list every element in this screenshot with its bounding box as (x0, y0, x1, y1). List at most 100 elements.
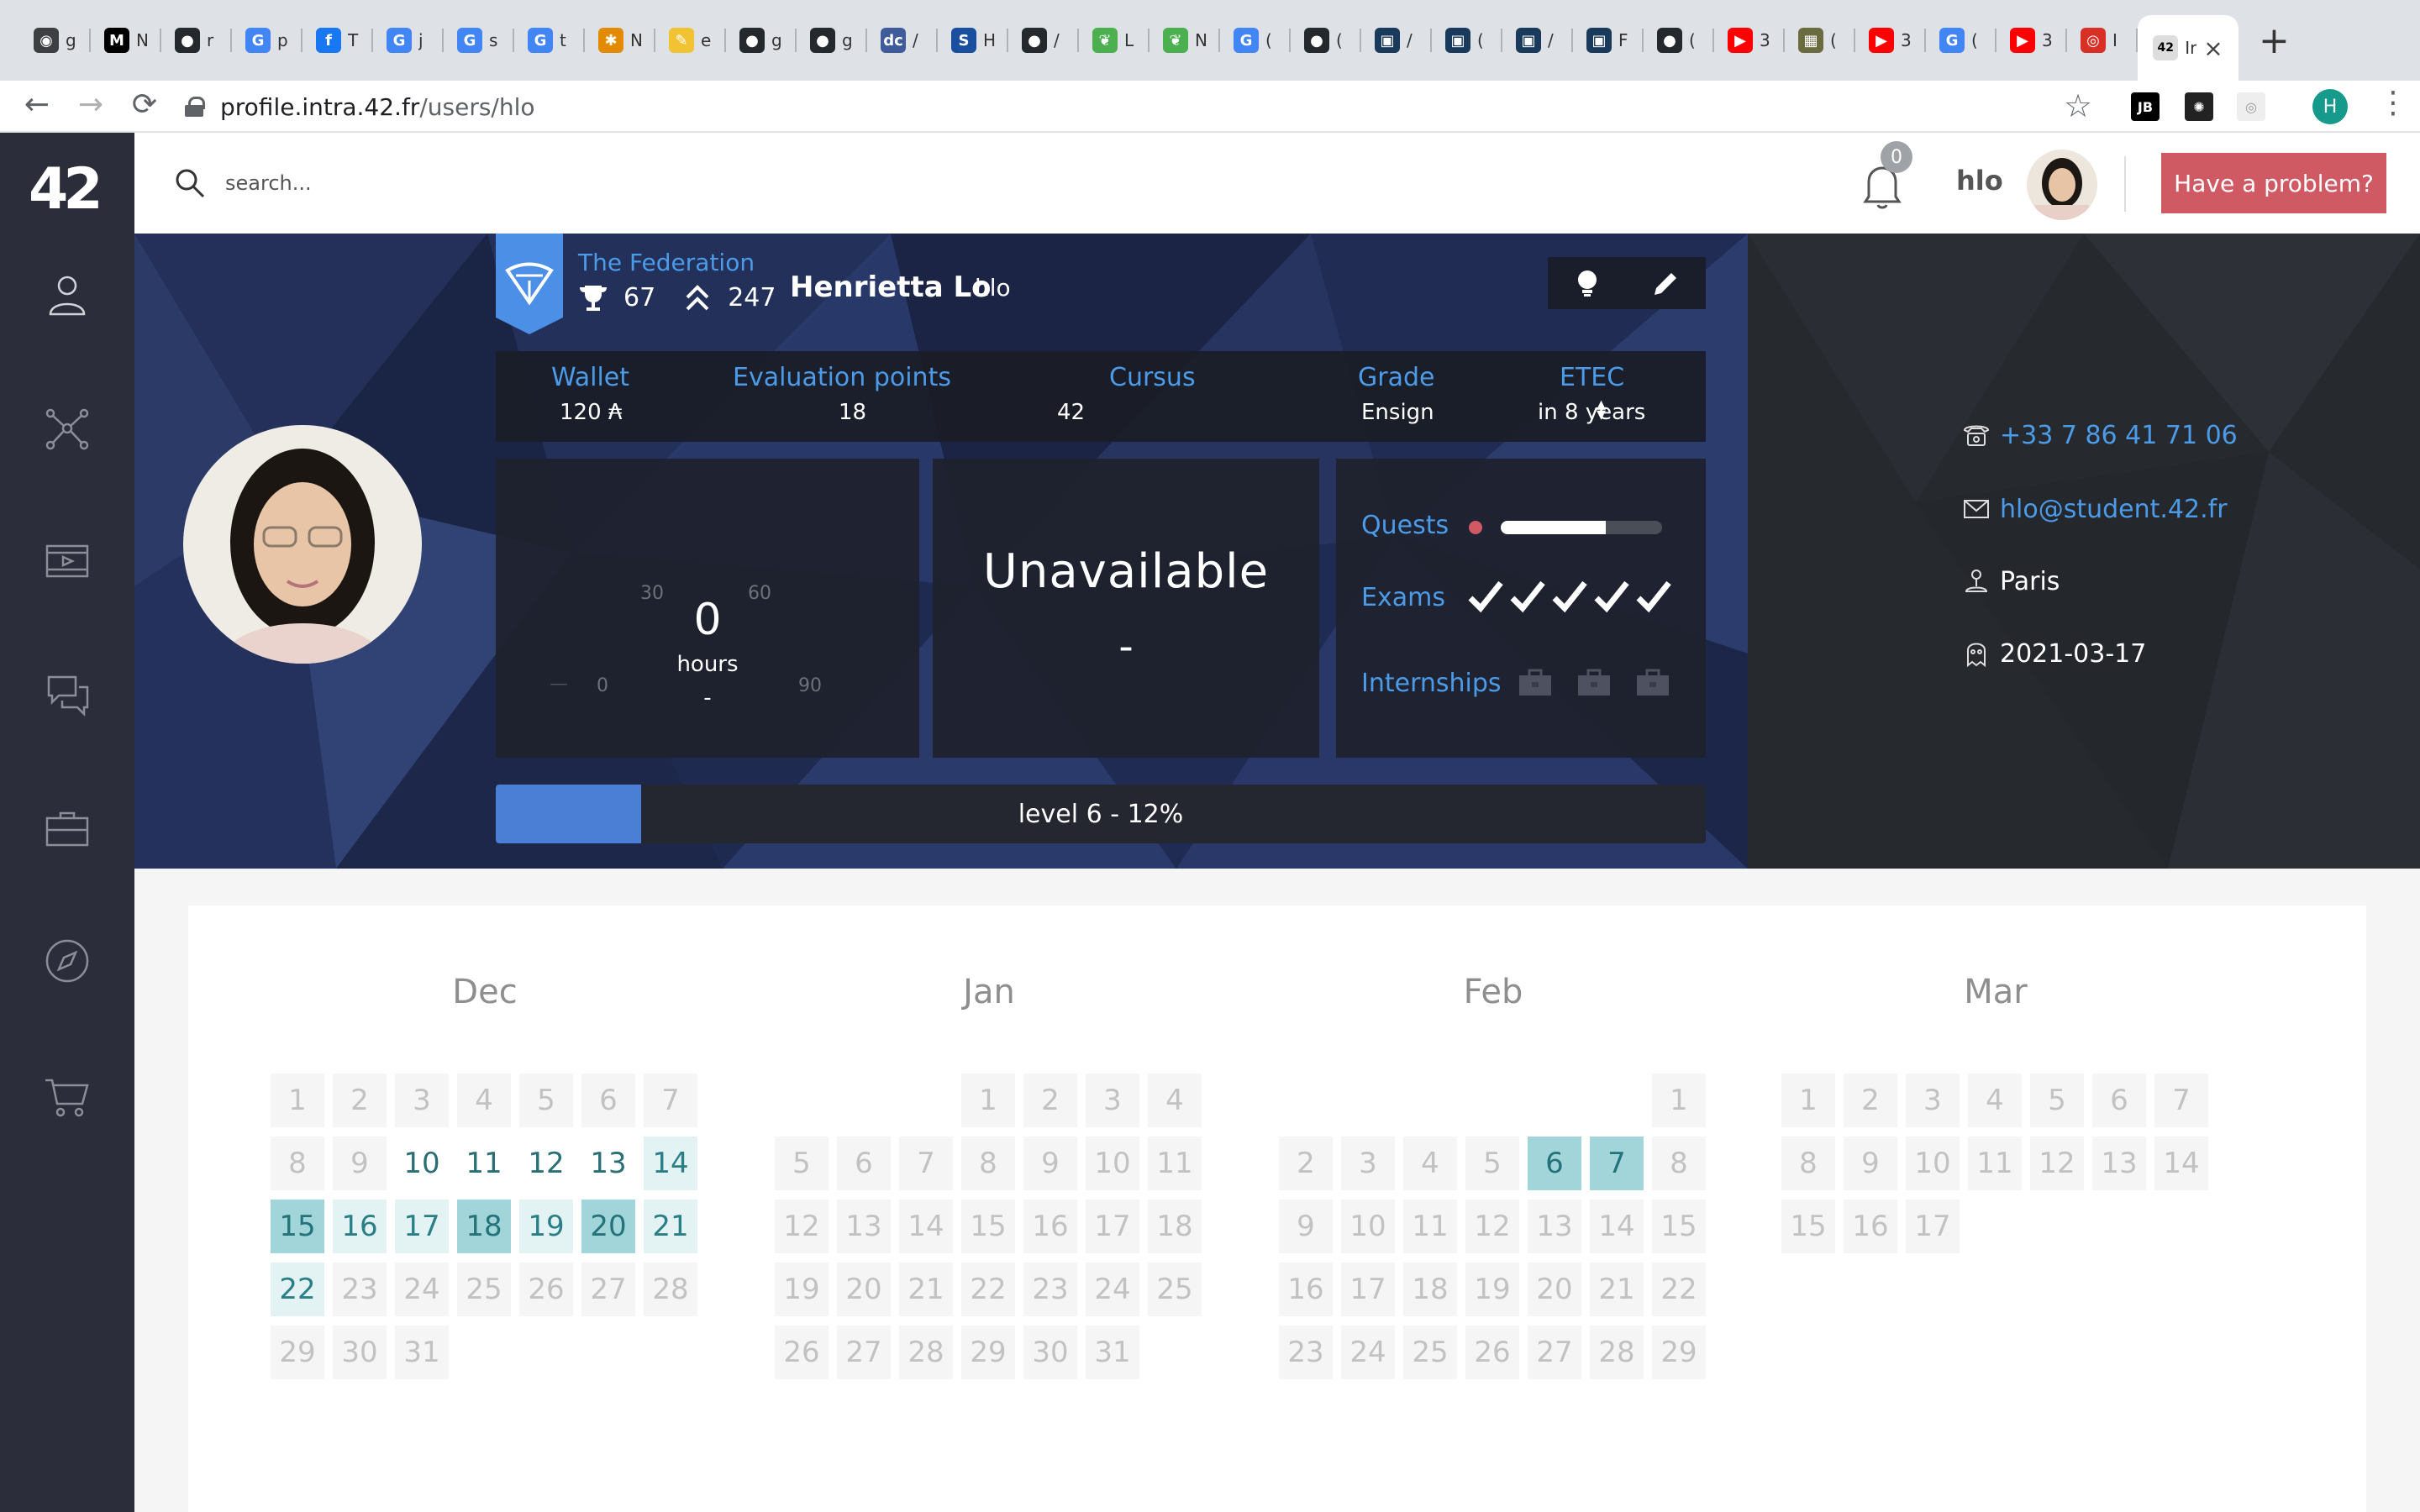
search-icon[interactable] (173, 166, 207, 200)
calendar-day[interactable]: 24 (1086, 1263, 1139, 1316)
browser-tab-active[interactable]: 42 Ir × (2138, 15, 2238, 81)
search-input[interactable] (225, 163, 645, 203)
calendar-day[interactable]: 18 (1148, 1200, 1202, 1253)
calendar-day[interactable]: 29 (271, 1326, 324, 1379)
browser-tab[interactable]: ●( (1644, 13, 1714, 67)
calendar-day[interactable]: 6 (1528, 1137, 1581, 1190)
calendar-day[interactable]: 25 (1148, 1263, 1202, 1316)
briefcase-icon[interactable] (40, 801, 94, 855)
calendar-day[interactable]: 9 (1023, 1137, 1077, 1190)
calendar-day[interactable]: 18 (1403, 1263, 1457, 1316)
edit-pencil-icon[interactable] (1651, 268, 1681, 298)
browser-tab[interactable]: ●( (1291, 13, 1361, 67)
browser-tab[interactable]: Gt (514, 13, 585, 67)
calendar-day[interactable]: 24 (1341, 1326, 1395, 1379)
logo-42[interactable]: 42 (29, 156, 103, 223)
reload-button[interactable]: ⟳ (121, 87, 168, 122)
calendar-day[interactable]: 14 (644, 1137, 697, 1190)
calendar-day[interactable]: 22 (961, 1263, 1015, 1316)
coalition-name[interactable]: The Federation (578, 249, 755, 276)
calendar-day[interactable]: 3 (1086, 1074, 1139, 1127)
browser-tab[interactable]: ▶ 3 (1855, 13, 1926, 67)
calendar-day[interactable]: 2 (1844, 1074, 1897, 1127)
calendar-day[interactable]: 21 (1590, 1263, 1644, 1316)
calendar-day[interactable]: 14 (899, 1200, 953, 1253)
jetbrains-extension-icon[interactable]: JB (2131, 92, 2160, 121)
calendar-day[interactable]: 12 (775, 1200, 829, 1253)
calendar-day[interactable]: 22 (1652, 1263, 1706, 1316)
calendar-day[interactable]: 11 (1968, 1137, 2022, 1190)
calendar-day[interactable]: 17 (1086, 1200, 1139, 1253)
cursus-select[interactable]: 42 (1057, 400, 1085, 425)
calendar-day[interactable]: 3 (1906, 1074, 1960, 1127)
browser-tab[interactable]: Gj (373, 13, 444, 67)
network-icon[interactable] (40, 402, 94, 455)
browser-tab[interactable]: ▦( (1785, 13, 1855, 67)
browser-tab[interactable]: SH (938, 13, 1008, 67)
browser-tab[interactable]: ▣ / (1361, 13, 1432, 67)
calendar-day[interactable]: 19 (1465, 1263, 1519, 1316)
browser-tab[interactable]: G( (1220, 13, 1291, 67)
lock-icon[interactable] (185, 97, 205, 117)
calendar-day[interactable]: 24 (395, 1263, 449, 1316)
calendar-day[interactable]: 26 (1465, 1326, 1519, 1379)
calendar-day[interactable]: 19 (775, 1263, 829, 1316)
browser-tab[interactable]: ▣ F (1573, 13, 1644, 67)
calendar-day[interactable]: 30 (333, 1326, 387, 1379)
browser-tab[interactable]: ● r (161, 13, 232, 67)
calendar-day[interactable]: 7 (644, 1074, 697, 1127)
forward-button[interactable]: → (67, 87, 114, 122)
calendar-day[interactable]: 21 (644, 1200, 697, 1253)
calendar-day[interactable]: 31 (395, 1326, 449, 1379)
calendar-day[interactable]: 12 (1465, 1200, 1519, 1253)
browser-tab[interactable]: ▶ 3 (1996, 13, 2067, 67)
header-avatar[interactable] (2027, 150, 2097, 220)
calendar-day[interactable]: 29 (1652, 1326, 1706, 1379)
calendar-day[interactable]: 25 (1403, 1326, 1457, 1379)
browser-tab[interactable]: ● / (1008, 13, 1079, 67)
browser-tab[interactable]: Gs (444, 13, 514, 67)
calendar-day[interactable]: 22 (271, 1263, 324, 1316)
calendar-day[interactable]: 4 (457, 1074, 511, 1127)
browser-tab[interactable]: ▣( (1432, 13, 1502, 67)
calendar-day[interactable]: 4 (1968, 1074, 2022, 1127)
browser-tab[interactable]: ● g (726, 13, 797, 67)
chat-icon[interactable] (40, 667, 94, 721)
calendar-day[interactable]: 21 (899, 1263, 953, 1316)
calendar-day[interactable]: 11 (1148, 1137, 1202, 1190)
calendar-day[interactable]: 25 (457, 1263, 511, 1316)
calendar-day[interactable]: 8 (271, 1137, 324, 1190)
calendar-day[interactable]: 8 (961, 1137, 1015, 1190)
calendar-day[interactable]: 10 (395, 1137, 449, 1190)
calendar-day[interactable]: 12 (519, 1137, 573, 1190)
user-icon[interactable] (40, 267, 94, 321)
calendar-day[interactable]: 31 (1086, 1326, 1139, 1379)
calendar-day[interactable]: 20 (1528, 1263, 1581, 1316)
browser-tab[interactable]: MN (91, 13, 161, 67)
calendar-day[interactable]: 23 (333, 1263, 387, 1316)
quests-label[interactable]: Quests (1361, 511, 1449, 540)
contact-email[interactable]: hlo@student.42.fr (2000, 495, 2228, 524)
calendar-day[interactable]: 23 (1279, 1326, 1333, 1379)
browser-tab[interactable]: fT (302, 13, 373, 67)
calendar-day[interactable]: 16 (1844, 1200, 1897, 1253)
lightbulb-icon[interactable] (1572, 268, 1602, 298)
calendar-day[interactable]: 27 (1528, 1326, 1581, 1379)
chrome-menu-icon[interactable]: ⋮ (2378, 86, 2408, 120)
calendar-day[interactable]: 13 (2092, 1137, 2146, 1190)
back-button[interactable]: ← (13, 87, 60, 122)
calendar-day[interactable]: 28 (644, 1263, 697, 1316)
cart-icon[interactable] (40, 1068, 94, 1122)
extension-icon[interactable]: ◎ (2237, 92, 2265, 121)
calendar-day[interactable]: 10 (1906, 1137, 1960, 1190)
calendar-day[interactable]: 15 (1652, 1200, 1706, 1253)
calendar-day[interactable]: 14 (2154, 1137, 2208, 1190)
calendar-day[interactable]: 3 (1341, 1137, 1395, 1190)
calendar-day[interactable]: 9 (1844, 1137, 1897, 1190)
calendar-day[interactable]: 17 (395, 1200, 449, 1253)
calendar-day[interactable]: 5 (1465, 1137, 1519, 1190)
calendar-day[interactable]: 15 (271, 1200, 324, 1253)
calendar-day[interactable]: 13 (837, 1200, 891, 1253)
video-icon[interactable] (40, 534, 94, 588)
calendar-day[interactable]: 23 (1023, 1263, 1077, 1316)
